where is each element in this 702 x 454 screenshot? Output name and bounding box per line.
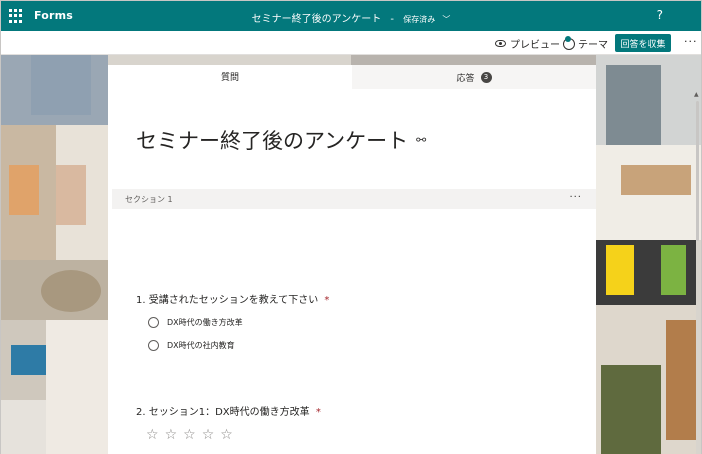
branching-icon[interactable]: ⚯ [416,133,426,147]
form-title-text: セミナー終了後のアンケート [136,129,409,153]
scroll-up-icon[interactable]: ▲ [694,91,699,98]
star-icon[interactable]: ☆ [146,427,159,443]
question-number: 2. [136,407,146,418]
option-label: DX時代の働き方改革 [167,318,243,327]
required-marker: * [324,295,330,306]
option-label: DX時代の社内教育 [167,341,235,350]
question-1-option-2[interactable]: DX時代の社内教育 [148,340,235,351]
question-text: 受講されたセッションを教えて下さい [148,295,319,306]
section-label: セクション 1 [125,195,173,204]
tab-responses[interactable]: 応答 3 [352,65,596,89]
palette-icon [563,35,575,50]
scrollbar-thumb[interactable] [696,101,699,241]
star-icon[interactable]: ☆ [202,427,215,443]
question-number: 1. [136,295,146,306]
question-2-title[interactable]: 2. セッション1：DX時代の働き方改革 * [136,403,321,418]
theme-label: テーマ [578,40,608,51]
form-card: 質問 応答 3 セミナー終了後のアンケート ⚯ セクション 1 ··· 1. 受… [108,65,596,454]
command-bar: プレビュー テーマ 回答を収集 ··· [1,31,701,55]
required-marker: * [315,407,321,418]
section-header[interactable]: セクション 1 ··· [112,189,596,209]
more-options-icon[interactable]: ··· [684,35,698,48]
star-icon[interactable]: ☆ [165,427,178,443]
page-scrollbar[interactable]: ▲ [694,91,701,251]
preview-label: プレビュー [510,40,560,51]
form-title[interactable]: セミナー終了後のアンケート ⚯ [136,125,426,155]
question-1-title[interactable]: 1. 受講されたセッションを教えて下さい * [136,291,329,306]
tab-questions-label: 質問 [220,73,239,83]
saved-status: 保存済み [403,15,436,24]
document-title-text: セミナー終了後のアンケート [251,14,382,25]
responses-count-badge: 3 [480,71,492,83]
document-title[interactable]: セミナー終了後のアンケート - 保存済み ﹀ [1,10,701,25]
radio-button[interactable] [148,340,159,351]
preview-button[interactable]: プレビュー [495,36,560,51]
chevron-down-icon[interactable]: ﹀ [442,15,450,24]
question-2-rating: ☆ ☆ ☆ ☆ ☆ [146,427,233,443]
question-1-option-1[interactable]: DX時代の働き方改革 [148,317,243,328]
title-separator: - [390,14,395,25]
star-icon[interactable]: ☆ [220,427,233,443]
question-text: セッション1：DX時代の働き方改革 [148,407,310,418]
form-tabs: 質問 応答 3 [108,65,596,89]
theme-button[interactable]: テーマ [563,35,608,51]
tab-questions[interactable]: 質問 [108,65,352,89]
radio-button[interactable] [148,317,159,328]
tab-responses-label: 応答 [456,73,475,84]
help-icon[interactable]: ? [657,8,663,22]
app-header: Forms セミナー終了後のアンケート - 保存済み ﹀ ? [1,1,701,31]
collect-responses-button[interactable]: 回答を収集 [615,34,671,52]
section-more-icon[interactable]: ··· [569,192,582,203]
eye-icon [495,40,506,47]
star-icon[interactable]: ☆ [183,427,196,443]
